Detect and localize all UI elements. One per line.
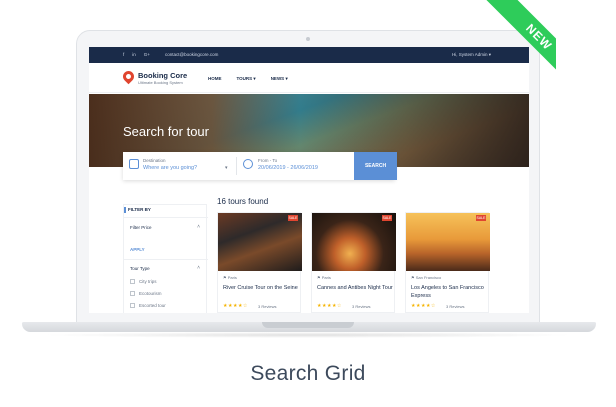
linkedin-icon[interactable]: in [132, 52, 136, 57]
search-button[interactable]: SEARCH [354, 152, 397, 180]
checkbox[interactable] [130, 279, 135, 284]
checkbox-label: Escorted tour [139, 303, 166, 308]
laptop-notch [262, 322, 354, 328]
tour-type-heading[interactable]: Tour Type [130, 266, 150, 271]
chevron-down-icon[interactable]: ▾ [225, 165, 228, 171]
sale-badge: SALE [476, 215, 486, 221]
date-label: From - To [258, 158, 278, 163]
filter-price-heading[interactable]: Filter Price [130, 225, 152, 230]
tour-title[interactable]: Cannes and Antibes Night Tour [317, 285, 393, 293]
location-label: ⚑ Paris [223, 275, 237, 280]
hero-title: Search for tour [123, 124, 209, 139]
tour-image[interactable] [218, 213, 302, 271]
chevron-up-icon[interactable]: ˄ [197, 224, 200, 230]
checkbox[interactable] [130, 303, 135, 308]
sale-badge: SALE [288, 215, 298, 221]
google-plus-icon[interactable]: G+ [144, 52, 150, 57]
checkbox-ecotourism[interactable]: Ecotourism [130, 291, 162, 296]
sale-badge: SALE [382, 215, 392, 221]
destination-input[interactable]: Where are you going? [143, 165, 197, 171]
map-pin-icon: ⚑ [223, 275, 227, 280]
filter-by-heading: FILTER BY [128, 207, 151, 212]
location-label: ⚑ Paris [317, 275, 331, 280]
review-count: 3 Reviews [258, 304, 277, 309]
nav-menu: HOME TOURS ▾ NEWS ▾ [208, 76, 288, 82]
new-ribbon: NEW [456, 0, 556, 100]
apply-button[interactable]: APPLY [130, 247, 145, 252]
rating-stars: ★★★★☆ [411, 303, 436, 309]
tour-image[interactable] [312, 213, 396, 271]
camera-dot [306, 37, 310, 41]
tour-title[interactable]: Los Angeles to San Francisco Express [411, 285, 487, 300]
nav-item-news[interactable]: NEWS ▾ [271, 76, 288, 82]
tour-card[interactable]: SALE ⚑ Paris River Cruise Tour on the Se… [217, 212, 302, 313]
clock-icon [243, 159, 253, 169]
location-label: ⚑ San Francisco [411, 275, 442, 280]
laptop-shadow [40, 332, 576, 338]
nav-item-home[interactable]: HOME [208, 76, 222, 82]
destination-label: Destination [143, 158, 166, 163]
checkbox-escorted-tour[interactable]: Escorted tour [130, 303, 166, 308]
nav-item-tours[interactable]: TOURS ▾ [237, 76, 256, 82]
tour-card[interactable]: SALE ⚑ San Francisco Los Angeles to San … [405, 212, 490, 313]
rating-stars: ★★★★☆ [223, 303, 248, 309]
facebook-icon[interactable]: f [123, 52, 124, 57]
tour-image[interactable] [406, 213, 490, 271]
checkbox-city-trips[interactable]: City trips [130, 279, 157, 284]
map-pin-icon: ⚑ [411, 275, 415, 280]
checkbox[interactable] [130, 291, 135, 296]
logo-pin-icon[interactable] [120, 68, 137, 85]
checkbox-label: Ecotourism [139, 291, 162, 296]
review-count: 3 Reviews [446, 304, 465, 309]
date-range-input[interactable]: 20/06/2019 - 26/06/2019 [258, 165, 318, 171]
filter-accent-bar [124, 207, 126, 213]
review-count: 3 Reviews [352, 304, 371, 309]
checkbox-label: City trips [139, 279, 157, 284]
map-pin-icon: ⚑ [317, 275, 321, 280]
filter-sidebar: FILTER BY Filter Price ˄ APPLY Tour Type… [123, 204, 208, 313]
divider [124, 217, 208, 218]
map-icon [129, 159, 139, 169]
logo-title[interactable]: Booking Core [138, 71, 187, 80]
field-divider [236, 157, 237, 175]
new-ribbon-label: NEW [485, 0, 556, 91]
rating-stars: ★★★★☆ [317, 303, 342, 309]
contact-email[interactable]: contact@bookingcore.com [165, 52, 218, 57]
chevron-up-icon[interactable]: ˄ [197, 265, 200, 271]
tour-card[interactable]: SALE ⚑ Paris Cannes and Antibes Night To… [311, 212, 396, 313]
results-count: 16 tours found [217, 197, 269, 206]
logo-tagline: Ultimate Booking System [138, 80, 183, 85]
caption-title: Search Grid [250, 362, 366, 385]
tour-title[interactable]: River Cruise Tour on the Seine [223, 285, 299, 293]
social-links: f in G+ [123, 52, 150, 57]
divider [124, 259, 208, 260]
